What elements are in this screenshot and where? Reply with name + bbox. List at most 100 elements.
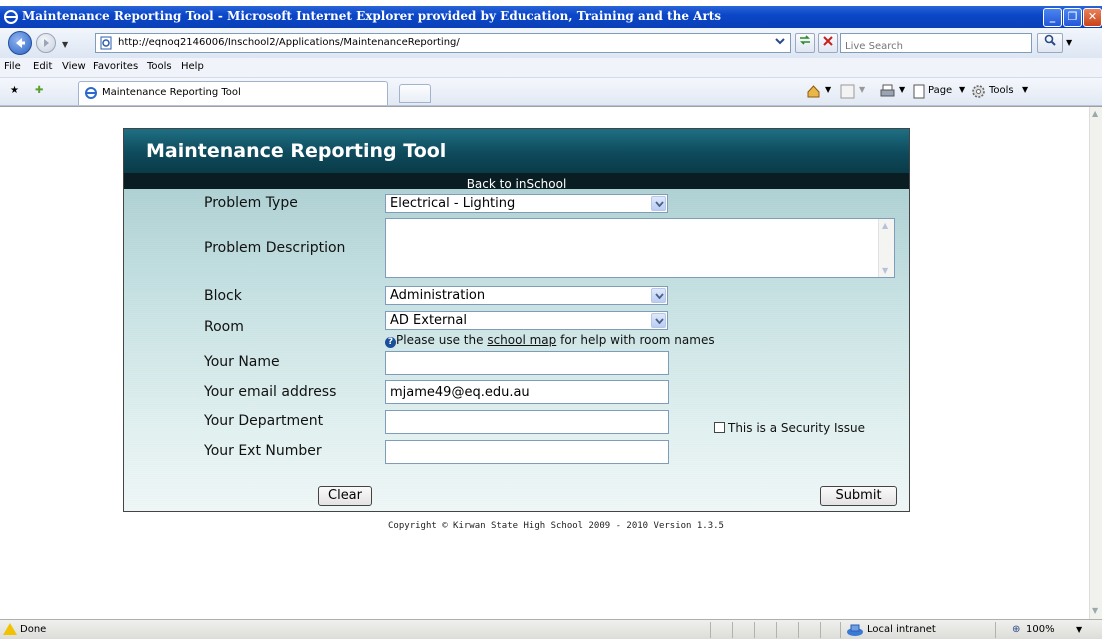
- department-label: Your Department: [204, 413, 324, 429]
- chevron-down-icon: [651, 196, 666, 211]
- tab-maintenance-reporting-tool[interactable]: Maintenance Reporting Tool: [78, 81, 388, 105]
- ie-logo-icon: [4, 10, 18, 24]
- help-icon: ?: [385, 337, 396, 348]
- ext-number-input[interactable]: [386, 441, 668, 464]
- favorites-star-icon[interactable]: ★: [10, 85, 19, 96]
- form-title: Maintenance Reporting Tool: [146, 140, 447, 162]
- maintenance-form-panel: Maintenance Reporting Tool Back to inSch…: [123, 128, 910, 512]
- forward-arrow-icon: [44, 39, 49, 47]
- page-dropdown-icon[interactable]: ▼: [959, 85, 965, 94]
- email-input[interactable]: [386, 381, 668, 404]
- status-divider: [732, 622, 733, 638]
- menu-tools[interactable]: Tools: [147, 61, 172, 72]
- email-field[interactable]: [385, 380, 669, 404]
- block-label: Block: [204, 288, 242, 304]
- your-name-label: Your Name: [204, 354, 280, 370]
- zoom-icon[interactable]: ⊕: [1012, 624, 1020, 635]
- back-button[interactable]: [8, 31, 32, 55]
- warning-icon: [3, 623, 17, 635]
- textarea-scrollbar[interactable]: ▲ ▼: [878, 219, 894, 277]
- home-dropdown-icon[interactable]: ▼: [825, 85, 831, 94]
- stop-icon: [823, 36, 833, 46]
- chevron-down-icon: [651, 288, 666, 303]
- scroll-down-icon[interactable]: ▼: [882, 266, 888, 275]
- intranet-zone-icon: [847, 624, 863, 636]
- status-divider: [995, 622, 996, 638]
- history-dropdown-icon[interactable]: ▼: [62, 40, 68, 49]
- address-bar[interactable]: http://eqnoq2146006/Inschool2/Applicatio…: [95, 33, 791, 53]
- forward-button[interactable]: [36, 33, 56, 53]
- school-map-link[interactable]: school map: [487, 333, 556, 347]
- search-icon: [1044, 34, 1056, 46]
- refresh-button[interactable]: [795, 33, 815, 53]
- feeds-dropdown-icon[interactable]: ▼: [859, 85, 865, 94]
- chevron-down-icon: [651, 313, 666, 328]
- back-bar: Back to inSchool: [124, 173, 909, 191]
- status-divider: [798, 622, 799, 638]
- department-field[interactable]: [385, 410, 669, 434]
- home-icon[interactable]: [806, 84, 821, 99]
- problem-description-textarea[interactable]: ▲ ▼: [385, 218, 895, 278]
- tools-dropdown-icon[interactable]: ▼: [1022, 85, 1028, 94]
- vertical-scrollbar[interactable]: ▲ ▼: [1089, 107, 1102, 619]
- page-menu-icon: [913, 84, 925, 99]
- refresh-icon: [800, 35, 810, 45]
- status-divider: [754, 622, 755, 638]
- problem-type-label: Problem Type: [204, 195, 298, 211]
- security-issue-option[interactable]: This is a Security Issue: [714, 421, 865, 435]
- status-divider: [840, 622, 841, 638]
- status-text: Done: [20, 624, 47, 635]
- clear-button[interactable]: Clear: [318, 486, 372, 506]
- search-input[interactable]: [841, 37, 1026, 56]
- print-dropdown-icon[interactable]: ▼: [899, 85, 905, 94]
- copyright-text: Copyright © Kirwan State High School 200…: [388, 521, 724, 531]
- restore-button[interactable]: ❐: [1063, 8, 1082, 27]
- room-value: AD External: [390, 313, 467, 328]
- menu-view[interactable]: View: [62, 61, 86, 72]
- submit-button[interactable]: Submit: [820, 486, 897, 506]
- help-prefix: Please use the: [396, 333, 488, 347]
- problem-type-select[interactable]: Electrical - Lighting: [385, 194, 668, 213]
- menu-file[interactable]: File: [4, 61, 21, 72]
- room-label: Room: [204, 319, 244, 335]
- address-toolbar: ▼ http://eqnoq2146006/Inschool2/Applicat…: [0, 28, 1102, 58]
- back-to-inschool-link[interactable]: Back to inSchool: [467, 177, 567, 191]
- zoom-level[interactable]: 100%: [1026, 624, 1055, 635]
- print-icon[interactable]: [880, 84, 895, 99]
- room-help-text: ? Please use the school map for help with…: [385, 333, 715, 348]
- add-favorite-icon[interactable]: ✚: [35, 85, 43, 96]
- search-box[interactable]: [840, 33, 1032, 56]
- department-input[interactable]: [386, 411, 668, 434]
- scroll-up-icon[interactable]: ▲: [1092, 109, 1098, 118]
- menu-help[interactable]: Help: [181, 61, 204, 72]
- your-name-field[interactable]: [385, 351, 669, 375]
- tools-menu[interactable]: Tools: [989, 85, 1014, 96]
- your-name-input[interactable]: [386, 352, 668, 375]
- security-issue-label: This is a Security Issue: [728, 421, 866, 435]
- security-issue-checkbox[interactable]: [714, 422, 725, 433]
- address-dropdown-icon[interactable]: [771, 33, 789, 53]
- search-options-icon[interactable]: ▼: [1066, 38, 1072, 47]
- scroll-up-icon[interactable]: ▲: [882, 221, 888, 230]
- stop-button[interactable]: [818, 33, 838, 53]
- page-menu[interactable]: Page: [928, 85, 952, 96]
- minimize-button[interactable]: _: [1043, 8, 1062, 27]
- window-title-bar: Maintenance Reporting Tool - Microsoft I…: [0, 6, 1102, 28]
- url-text: http://eqnoq2146006/Inschool2/Applicatio…: [118, 37, 460, 48]
- zoom-dropdown-icon[interactable]: ▼: [1076, 625, 1082, 634]
- scroll-down-icon[interactable]: ▼: [1092, 606, 1098, 615]
- ext-number-field[interactable]: [385, 440, 669, 464]
- block-select[interactable]: Administration: [385, 286, 668, 305]
- menu-favorites[interactable]: Favorites: [93, 61, 138, 72]
- menu-edit[interactable]: Edit: [33, 61, 52, 72]
- tab-label: Maintenance Reporting Tool: [102, 87, 241, 98]
- new-tab-button[interactable]: [399, 84, 431, 103]
- search-button[interactable]: [1037, 33, 1063, 53]
- close-window-button[interactable]: ✕: [1083, 8, 1102, 27]
- status-bar: Done Local intranet ⊕ 100% ▼: [0, 619, 1102, 639]
- feeds-icon[interactable]: [840, 84, 855, 99]
- back-arrow-icon: [16, 38, 25, 48]
- window-title: Maintenance Reporting Tool - Microsoft I…: [22, 9, 722, 23]
- room-select[interactable]: AD External: [385, 311, 668, 330]
- status-divider: [820, 622, 821, 638]
